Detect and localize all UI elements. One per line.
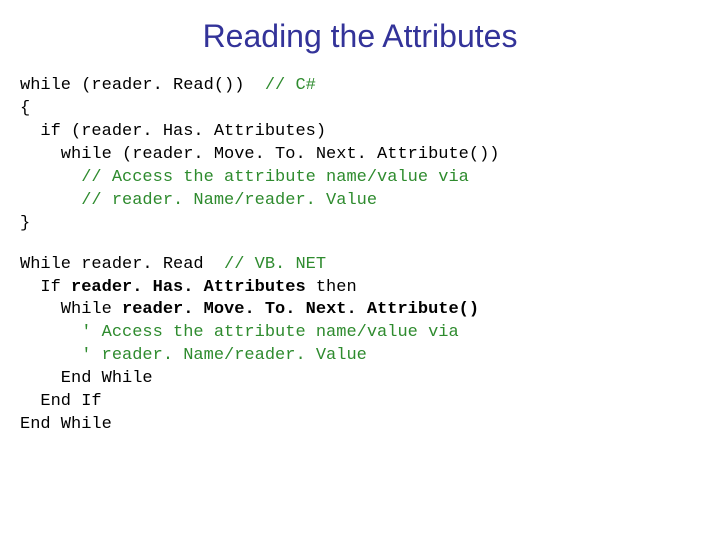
code-line: then <box>306 278 357 297</box>
code-line: while (reader. Read()) <box>20 76 265 95</box>
vbnet-code-block: While reader. Read // VB. NET If reader.… <box>20 254 700 438</box>
code-line: } <box>20 214 30 233</box>
code-comment: ' Access the attribute name/value via <box>20 323 459 342</box>
code-bold: reader. Move. To. Next. Attribute() <box>122 300 479 319</box>
code-line: If <box>20 278 71 297</box>
slide-title: Reading the Attributes <box>20 18 700 55</box>
code-line: End While <box>20 415 112 434</box>
code-comment: ' reader. Name/reader. Value <box>20 346 367 365</box>
code-comment: // C# <box>265 76 316 95</box>
code-line: End While <box>20 369 153 388</box>
csharp-code-block: while (reader. Read()) // C# { if (reade… <box>20 75 700 236</box>
slide-container: Reading the Attributes while (reader. Re… <box>0 0 720 475</box>
code-line: if (reader. Has. Attributes) <box>20 122 326 141</box>
code-line: While <box>20 300 122 319</box>
code-line: while (reader. Move. To. Next. Attribute… <box>20 145 499 164</box>
code-line: End If <box>20 392 102 411</box>
code-line: { <box>20 99 30 118</box>
code-comment: // reader. Name/reader. Value <box>20 191 377 210</box>
code-bold: reader. Has. Attributes <box>71 278 306 297</box>
code-line: While reader. Read <box>20 255 224 274</box>
code-comment: // Access the attribute name/value via <box>20 168 469 187</box>
code-comment: // VB. NET <box>224 255 326 274</box>
